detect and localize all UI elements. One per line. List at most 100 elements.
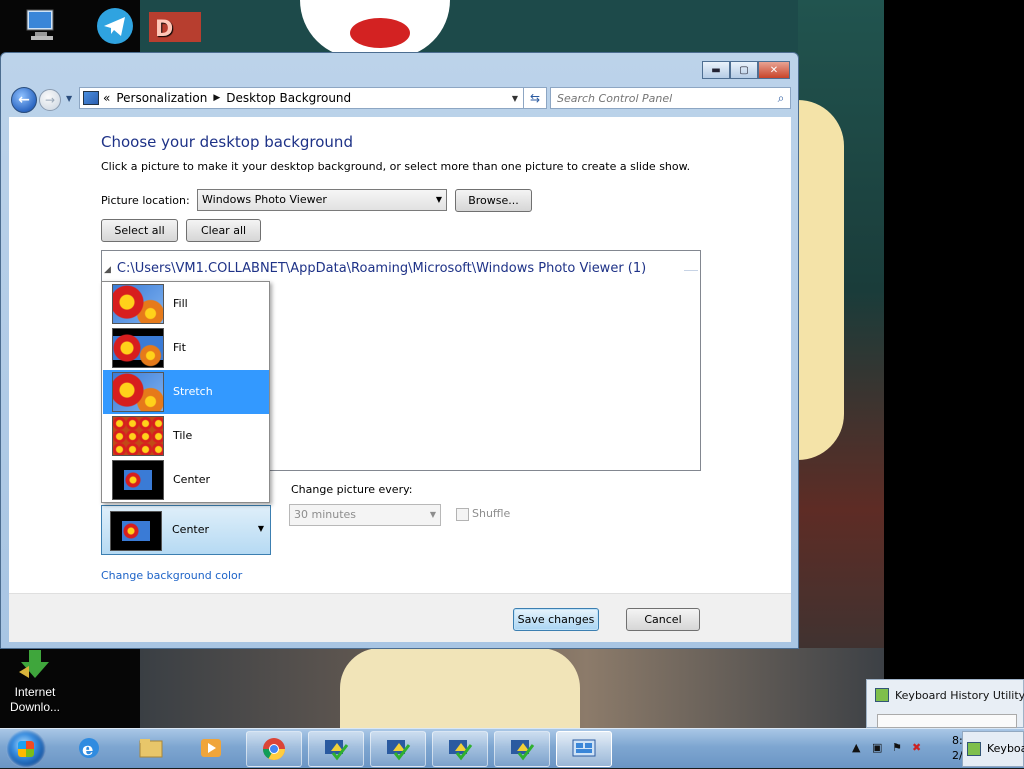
dialog-footer: Save changes Cancel xyxy=(9,593,791,642)
change-picture-interval-select: 30 minutes ▼ xyxy=(289,504,441,526)
checkmark-app-icon xyxy=(511,740,535,761)
picture-position-menu: Fill Fit Stretch Tile Center xyxy=(101,281,270,503)
keyboard-history-task-label: Keyboa xyxy=(987,742,1024,755)
taskbar-app-1[interactable] xyxy=(308,731,364,767)
page-subtitle: Click a picture to make it your desktop … xyxy=(101,160,691,173)
wallpaper-top xyxy=(140,0,884,60)
folder-group-header[interactable]: ◢ C:\Users\VM1.COLLABNET\AppData\Roaming\… xyxy=(104,261,646,276)
menu-item-fill[interactable]: Fill xyxy=(103,282,269,326)
page-title: Choose your desktop background xyxy=(101,133,353,151)
breadcrumb-personalization[interactable]: Personalization xyxy=(116,91,207,105)
change-picture-interval-value: 30 minutes xyxy=(294,508,357,521)
start-button[interactable] xyxy=(6,730,46,768)
arrow-left-icon: ← xyxy=(18,92,30,108)
picture-position-value: Center xyxy=(172,523,210,536)
svg-text:e: e xyxy=(82,739,93,760)
arrow-right-icon: → xyxy=(44,93,56,107)
clear-all-button[interactable]: Clear all xyxy=(186,219,261,242)
menu-item-label: Fit xyxy=(173,341,186,354)
svg-text:D: D xyxy=(155,17,173,42)
breadcrumb-chevron-icon[interactable]: ▶ xyxy=(213,93,220,103)
group-divider xyxy=(684,270,698,271)
taskbar-control-panel[interactable] xyxy=(556,731,612,767)
picture-position-select[interactable]: Center ▼ xyxy=(101,505,271,555)
minimize-button[interactable]: ▬ xyxy=(702,61,730,79)
internet-explorer-icon[interactable]: e xyxy=(76,736,102,760)
wallpaper-cartoon-body xyxy=(798,100,844,460)
windows-logo-icon xyxy=(18,741,34,757)
checkmark-app-icon xyxy=(325,740,349,761)
picture-location-value: Windows Photo Viewer xyxy=(202,193,327,206)
taskbar-app-4[interactable] xyxy=(494,731,550,767)
picture-location-select[interactable]: Windows Photo Viewer ▼ xyxy=(197,189,447,211)
menu-item-label: Fill xyxy=(173,297,188,310)
telegram-icon xyxy=(97,8,133,44)
picture-location-label: Picture location: xyxy=(101,194,190,207)
checkmark-app-icon xyxy=(449,740,473,761)
change-picture-label: Change picture every: xyxy=(291,483,413,496)
refresh-button[interactable]: ⇆ xyxy=(523,87,547,109)
keyboard-history-taskbar-preview[interactable]: Keyboa xyxy=(962,731,1024,767)
address-dropdown-icon[interactable]: ▼ xyxy=(506,94,524,103)
navigation-bar: ← → ▼ « Personalization ▶ Desktop Backgr… xyxy=(9,85,791,113)
media-player-icon[interactable] xyxy=(198,736,224,760)
collapse-triangle-icon[interactable]: ◢ xyxy=(104,265,111,275)
app-desktop-icon[interactable]: D xyxy=(140,6,210,49)
keyboard-history-icon xyxy=(967,742,981,756)
taskbar-app-2[interactable] xyxy=(370,731,426,767)
search-box[interactable]: ⌕ xyxy=(550,87,791,109)
menu-item-stretch[interactable]: Stretch xyxy=(103,370,269,414)
chevron-down-icon: ▼ xyxy=(435,195,442,204)
action-center-flag-icon[interactable]: ⚑ xyxy=(892,741,902,754)
fit-thumbnail xyxy=(112,328,164,368)
show-hidden-icons-icon[interactable]: ▲ xyxy=(852,741,860,754)
refresh-icon: ⇆ xyxy=(529,91,541,105)
folder-path-label: C:\Users\VM1.COLLABNET\AppData\Roaming\M… xyxy=(116,261,647,276)
window-caption-buttons: ▬ ▢ ✕ xyxy=(702,61,790,79)
maximize-button[interactable]: ▢ xyxy=(730,61,758,79)
internet-download-manager-icon xyxy=(19,650,49,678)
search-input[interactable] xyxy=(551,90,772,106)
notification-area: ▲ ▣ ⚑ ✖ 8: 2/ Keyboa xyxy=(844,729,1024,769)
back-button[interactable]: ← xyxy=(11,87,37,113)
close-button[interactable]: ✕ xyxy=(758,61,790,79)
change-background-color-link[interactable]: Change background color xyxy=(101,569,242,582)
windows-explorer-icon[interactable] xyxy=(138,736,164,760)
taskbar: e ▲ ▣ ⚑ ✖ 8: 2/ Keyboa xyxy=(0,728,1024,768)
fill-thumbnail xyxy=(112,284,164,324)
forward-button[interactable]: → xyxy=(39,89,61,111)
menu-item-tile[interactable]: Tile xyxy=(103,414,269,458)
chevron-down-icon: ▼ xyxy=(429,510,436,519)
computer-icon xyxy=(26,9,54,40)
keyboard-history-window[interactable]: Keyboard History Utility xyxy=(866,679,1024,728)
save-changes-button[interactable]: Save changes xyxy=(513,608,599,631)
menu-item-label: Center xyxy=(173,473,211,486)
stretch-thumbnail xyxy=(112,372,164,412)
tile-thumbnail xyxy=(112,416,164,456)
computer-desktop-icon[interactable] xyxy=(6,6,76,49)
search-icon[interactable]: ⌕ xyxy=(772,91,790,106)
menu-item-fit[interactable]: Fit xyxy=(103,326,269,370)
breadcrumb-overflow[interactable]: « xyxy=(103,91,110,105)
control-panel-icon xyxy=(83,91,99,105)
taskbar-chrome[interactable] xyxy=(246,731,302,767)
shuffle-checkbox[interactable] xyxy=(456,508,469,521)
chevron-down-icon: ▼ xyxy=(257,524,264,533)
select-all-button[interactable]: Select all xyxy=(101,219,178,242)
volume-muted-icon[interactable]: ✖ xyxy=(912,741,921,754)
breadcrumb-desktop-background[interactable]: Desktop Background xyxy=(226,91,351,105)
address-bar[interactable]: « Personalization ▶ Desktop Background ▼ xyxy=(79,87,525,109)
menu-item-label: Stretch xyxy=(173,385,213,398)
internet-download-label: Internet Downlo... xyxy=(9,685,61,714)
cancel-button[interactable]: Cancel xyxy=(626,608,700,631)
network-icon[interactable]: ▣ xyxy=(872,741,882,754)
browse-button[interactable]: Browse... xyxy=(455,189,532,212)
menu-item-center[interactable]: Center xyxy=(103,458,269,502)
wallpaper-black-right xyxy=(884,0,1024,728)
keyboard-history-title: Keyboard History Utility xyxy=(895,689,1024,702)
internet-download-desktop-icon[interactable]: Internet Downlo... xyxy=(0,648,70,715)
red-logo-icon: D xyxy=(149,12,201,42)
taskbar-app-3[interactable] xyxy=(432,731,488,767)
recent-pages-dropdown[interactable]: ▼ xyxy=(66,94,72,103)
keyboard-history-content xyxy=(877,714,1017,728)
